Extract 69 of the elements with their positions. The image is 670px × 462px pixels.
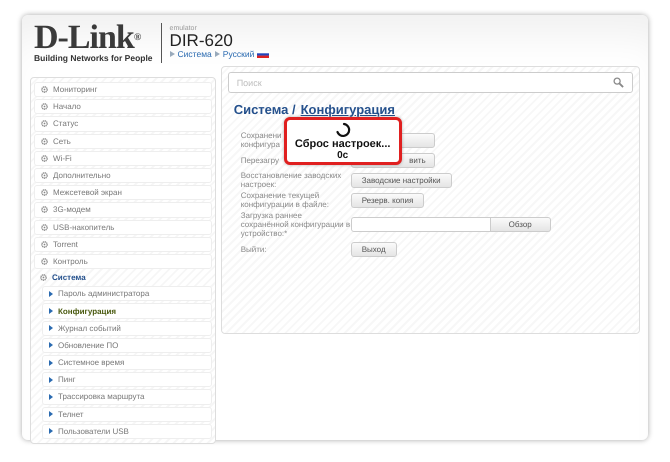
flag-icon	[257, 50, 270, 58]
gear-icon	[41, 103, 48, 110]
progress-timer: 0с	[337, 150, 348, 160]
gear-icon	[41, 138, 48, 145]
menu-item[interactable]: Пользователи USB	[42, 424, 212, 439]
field-label: Загрузка раннее сохранённой конфигурации в устройство:*	[240, 211, 351, 238]
menu-item[interactable]: Torrent	[34, 236, 212, 252]
model-name: DIR-620	[170, 32, 234, 49]
triangle-icon	[49, 290, 53, 297]
gear-icon	[41, 258, 48, 265]
triangle-icon	[49, 394, 53, 400]
menu-item[interactable]: Пароль администратора	[42, 286, 212, 302]
gear-icon	[41, 154, 48, 162]
menu-item[interactable]: Сеть	[34, 134, 212, 149]
breadcrumb-link[interactable]: Система	[178, 49, 212, 59]
triangle-icon	[49, 411, 53, 418]
action-button[interactable]: Заводские настройки	[350, 172, 452, 188]
menu-item[interactable]: 3G-модем	[34, 202, 212, 218]
gear-icon	[41, 224, 48, 231]
field-label: Сохранение текущей конфигурации в файле:	[240, 191, 330, 209]
menu-item[interactable]: Межсетевой экран	[34, 185, 212, 200]
section-title: Система /	[234, 102, 296, 117]
triangle-icon	[214, 51, 220, 57]
search-field[interactable]: Поиск	[228, 72, 633, 93]
action-button[interactable]: Резерв. копия	[350, 192, 424, 208]
menu-item[interactable]: Пинг	[42, 372, 212, 388]
gear-icon	[41, 86, 48, 94]
menu-item[interactable]: Статус	[34, 116, 212, 132]
tagline: Building Networks for People	[34, 53, 153, 63]
menu-item[interactable]: Конфигурация	[42, 303, 212, 319]
field-label: Сохранени	[240, 131, 282, 140]
triangle-icon	[49, 325, 53, 332]
file-field[interactable]	[350, 217, 491, 232]
action-button[interactable]: Выход	[350, 242, 397, 256]
menu-item[interactable]: Мониторинг	[34, 82, 212, 98]
spinner-icon	[334, 122, 351, 138]
menu-item[interactable]: Контроль	[34, 254, 212, 270]
logo-text: D-Link®	[34, 23, 142, 53]
menu-item[interactable]: Дополнительно	[34, 168, 212, 184]
browse-button[interactable]: Обзор	[490, 217, 551, 232]
triangle-icon	[170, 51, 175, 57]
progress-message: Сброс настроек...	[294, 138, 390, 150]
menu-item[interactable]: Система	[34, 271, 212, 284]
gear-icon	[41, 240, 48, 248]
menu-item[interactable]: Wi-Fi	[34, 150, 212, 166]
triangle-icon	[49, 376, 53, 383]
field-label: конфигура	[240, 140, 280, 149]
menu-item[interactable]: Системное время	[42, 355, 212, 370]
triangle-icon	[49, 360, 53, 366]
menu-item[interactable]: Журнал событий	[42, 320, 212, 336]
menu-item[interactable]: Трассировка маршрута	[42, 389, 212, 405]
menu-item[interactable]: Начало	[34, 99, 212, 114]
menu-item[interactable]: Телнет	[42, 406, 212, 422]
triangle-icon	[49, 308, 53, 314]
page-title[interactable]: Конфигурация	[300, 102, 395, 117]
gear-icon	[41, 189, 48, 196]
search-icon	[613, 77, 624, 88]
gear-icon	[41, 206, 48, 214]
gear-icon	[40, 274, 47, 282]
field-label: Перезагру	[240, 154, 280, 167]
field-label: Выйти:	[240, 244, 267, 256]
gear-icon	[41, 120, 48, 128]
menu-item[interactable]: Обновление ПО	[42, 338, 212, 353]
menu-item[interactable]: USB-накопитель	[34, 220, 212, 235]
breadcrumb-link[interactable]: Русский	[222, 49, 254, 59]
triangle-icon	[49, 428, 53, 434]
triangle-icon	[49, 342, 53, 348]
gear-icon	[41, 172, 48, 180]
field-label: Восстановление заводских настроек:	[240, 171, 342, 189]
